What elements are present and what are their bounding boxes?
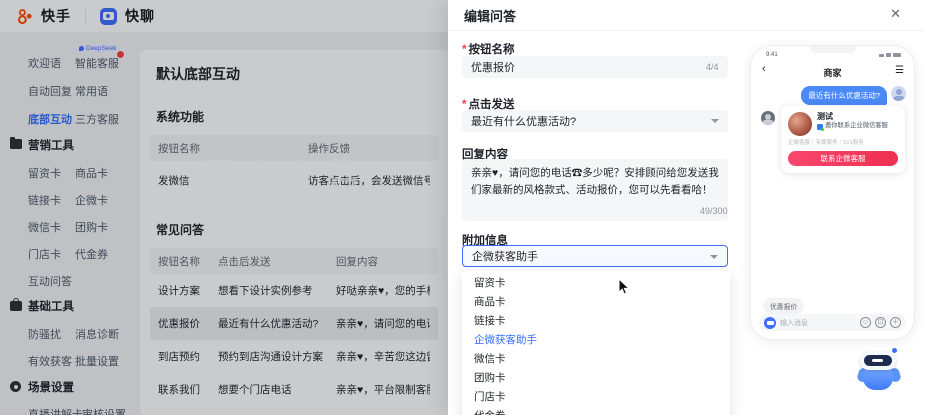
dropdown-option[interactable]: 代金券	[462, 407, 730, 415]
wecom-icon	[817, 123, 824, 131]
modal-mask	[0, 0, 448, 415]
dropdown-option[interactable]: 门店卡	[462, 388, 730, 407]
extra-info-dropdown: 留资卡 商品卡 链接卡 企微获客助手 微信卡 团购卡 门店卡 代金券	[462, 271, 730, 415]
user-avatar	[891, 86, 906, 101]
service-avatar	[761, 111, 775, 125]
phone-navbar: ‹ 商家 ☰	[751, 62, 914, 80]
button-name-input[interactable]	[462, 56, 728, 78]
battery-icon	[893, 53, 901, 57]
dropdown-option[interactable]: 留资卡	[462, 274, 730, 293]
chevron-down-icon	[710, 255, 718, 259]
chat-title: 商家	[823, 68, 842, 78]
char-counter: 49/300	[700, 206, 728, 216]
user-message: 最近有什么优惠活动?	[801, 86, 906, 105]
dropdown-option[interactable]: 商品卡	[462, 293, 730, 312]
emoji-icon[interactable]: ☺	[860, 317, 871, 328]
dropdown-option[interactable]: 链接卡	[462, 312, 730, 331]
drawer-header: 编辑问答	[448, 0, 925, 31]
menu-icon[interactable]: ☰	[895, 65, 904, 76]
card-avatar	[788, 112, 812, 136]
signal-icon	[879, 54, 884, 57]
phone-preview: 9:41 ‹ 商家 ☰ 最近有什么优惠活动? 测试 邀你联系企业微信客服 企微客…	[750, 45, 915, 340]
keyboard-icon[interactable]	[764, 316, 776, 329]
robot-mascot-icon[interactable]	[856, 348, 902, 394]
chat-bubble: 最近有什么优惠活动?	[801, 86, 887, 105]
gallery-icon[interactable]: ⊡	[875, 317, 886, 328]
app-root: 快手 快聊 DeepSeek 欢迎语 智能客服 自动回复 常用语 底部互动 三方…	[0, 0, 925, 415]
extra-info-select[interactable]: 企微获客助手	[462, 245, 728, 267]
chevron-down-icon	[711, 119, 719, 123]
contact-wecom-button[interactable]: 联系企微客服	[788, 151, 898, 166]
card-meta: 企微客服｜专属服务｜1V1服务	[788, 140, 864, 146]
chat-inputbar[interactable]: 输入消息 ☺ ⊡ ＋	[759, 314, 906, 331]
click-send-select[interactable]: 最近有什么优惠活动?	[462, 110, 728, 132]
button-name-label: * 按钮名称	[462, 44, 515, 56]
chat-input-placeholder: 输入消息	[780, 319, 808, 327]
quick-reply-chip[interactable]: 优惠报价	[763, 298, 805, 314]
phone-statusbar: 9:41	[751, 51, 914, 61]
wecom-card: 测试 邀你联系企业微信客服 企微客服｜专属服务｜1V1服务 联系企微客服	[781, 106, 905, 173]
dropdown-option[interactable]: 微信卡	[462, 350, 730, 369]
char-counter: 4/4	[706, 62, 719, 72]
close-icon[interactable]: ✕	[890, 7, 901, 20]
reply-content-textarea[interactable]: 亲亲♥，请问您的电话☎多少呢？安排顾问给您发送我们家最新的风格款式、活动报价，您…	[462, 159, 728, 221]
drawer-title: 编辑问答	[464, 8, 517, 24]
plus-icon[interactable]: ＋	[890, 317, 901, 328]
wifi-icon	[886, 53, 891, 57]
dropdown-option-selected[interactable]: 企微获客助手	[462, 331, 730, 350]
edit-qa-drawer: 编辑问答 ✕ *按钮名称 4/4 *点击发送 最近有什么优惠活动? 回复内容 亲…	[448, 0, 925, 415]
status-time: 9:41	[766, 52, 778, 58]
card-subtitle: 邀你联系企业微信客服	[825, 122, 888, 130]
dropdown-option[interactable]: 团购卡	[462, 369, 730, 388]
card-name: 测试	[817, 112, 833, 121]
